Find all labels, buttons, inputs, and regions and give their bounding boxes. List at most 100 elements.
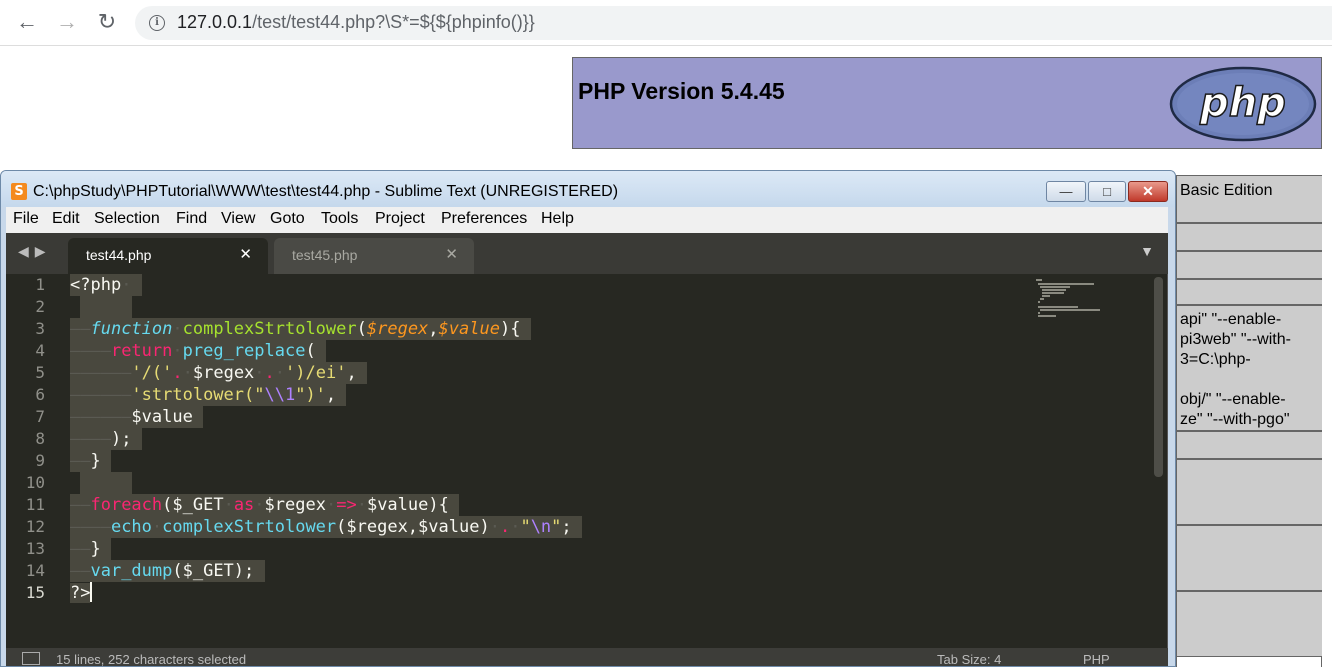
menu-tools[interactable]: Tools <box>321 210 358 228</box>
code-line: ?> <box>70 582 93 603</box>
phpinfo-header: PHP Version 5.4.45 php <box>572 57 1322 149</box>
tab-scroll-arrows-icon[interactable]: ◀▶ <box>18 243 52 260</box>
configure-text-1: api" "--enable- <box>1180 311 1282 328</box>
line-number: 13 <box>25 539 45 558</box>
syntax-indicator[interactable]: PHP <box>1083 652 1110 666</box>
page-title: PHP Version 5.4.45 <box>578 78 785 104</box>
minimize-icon: — <box>1059 184 1073 199</box>
maximize-icon: □ <box>1103 184 1111 199</box>
configure-text-3: 3=C:\php- <box>1180 351 1251 368</box>
tab-size-indicator[interactable]: Tab Size: 4 <box>937 652 1001 666</box>
line-number: 1 <box>35 275 45 294</box>
text-cursor <box>90 582 93 602</box>
code-line: ——————$value <box>70 406 204 428</box>
menu-help[interactable]: Help <box>541 210 574 228</box>
menu-file[interactable]: File <box>13 210 39 228</box>
code-line: <?php· <box>70 274 142 296</box>
tab-test44[interactable]: test44.php ✕ <box>68 238 268 274</box>
line-number: 8 <box>35 429 45 448</box>
table-row <box>1177 525 1322 591</box>
line-gutter: 1 2 3 4 5 6 7 8 9 10 11 12 13 14 15 <box>6 274 61 648</box>
code-line: ——foreach($_GET·as·$regex·=>·$value){ <box>70 494 460 516</box>
menu-find[interactable]: Find <box>176 210 207 228</box>
reload-icon[interactable]: ↻ <box>94 9 120 35</box>
url-path: /test/test44.php?\S*=${${phpinfo()}} <box>252 12 535 32</box>
minimize-button[interactable]: — <box>1046 181 1086 202</box>
code-line: ——var_dump($_GET); <box>70 560 265 582</box>
close-button[interactable]: ✕ <box>1128 181 1168 202</box>
line-number: 6 <box>35 385 45 404</box>
code-line <box>80 296 132 318</box>
line-number: 14 <box>25 561 45 580</box>
minimap[interactable] <box>1036 279 1106 319</box>
vertical-scrollbar[interactable] <box>1154 277 1163 477</box>
table-row: Basic Edition <box>1177 175 1322 223</box>
configure-text-4 <box>1180 370 1322 390</box>
menu-edit[interactable]: Edit <box>52 210 80 228</box>
table-row <box>1177 591 1322 657</box>
table-row <box>1177 431 1322 459</box>
line-number: 10 <box>25 473 45 492</box>
tab-test45[interactable]: test45.php ✕ <box>274 238 474 274</box>
menu-selection[interactable]: Selection <box>94 210 160 228</box>
code-line: ——} <box>70 450 111 472</box>
info-icon[interactable]: i <box>149 15 165 31</box>
status-bar: 15 lines, 252 characters selected Tab Si… <box>6 648 1168 667</box>
code-editor[interactable]: <?php· ——function·complexStrtolower($reg… <box>70 274 1150 648</box>
code-line: ——————'/('.·$regex·.·')/ei', <box>70 362 367 384</box>
phpinfo-table: Basic Edition api" "--enable- pi3web" "-… <box>1176 175 1322 667</box>
table-row <box>1177 251 1322 279</box>
line-number: 15 <box>25 583 45 602</box>
menu-bar: File Edit Selection Find View Goto Tools… <box>6 207 1168 233</box>
url-text[interactable]: 127.0.0.1/test/test44.php?\S*=${${phpinf… <box>177 12 535 33</box>
browser-toolbar: ← → ↻ i 127.0.0.1/test/test44.php?\S*=${… <box>0 0 1332 46</box>
divider <box>1167 274 1168 648</box>
panel-toggle-icon[interactable] <box>22 652 40 665</box>
line-number: 12 <box>25 517 45 536</box>
chevron-down-icon[interactable]: ▼ <box>1140 243 1154 259</box>
line-number: 3 <box>35 319 45 338</box>
code-line <box>80 472 132 494</box>
code-line: ——} <box>70 538 111 560</box>
sublime-logo-icon: S <box>11 183 27 200</box>
editor-area: ◀▶ test44.php ✕ test45.php ✕ ▼ 1 2 3 4 5… <box>6 233 1168 667</box>
close-icon[interactable]: ✕ <box>445 238 458 272</box>
configure-text-6: ze" "--with-pgo" <box>1180 411 1290 428</box>
code-line: ——————'strtolower("\\1")', <box>70 384 347 406</box>
line-number: 9 <box>35 451 45 470</box>
url-host: 127.0.0.1 <box>177 12 253 32</box>
selection-status: 15 lines, 252 characters selected <box>56 652 247 667</box>
arrow-right-icon[interactable]: → <box>54 9 80 35</box>
code-line: ————); <box>70 428 142 450</box>
close-icon: ✕ <box>1142 183 1154 199</box>
menu-goto[interactable]: Goto <box>270 210 305 228</box>
menu-preferences[interactable]: Preferences <box>441 210 527 228</box>
title-bar[interactable]: S C:\phpStudy\PHPTutorial\WWW\test\test4… <box>1 171 1175 207</box>
php-logo-text: php <box>1199 80 1286 126</box>
code-line: ——function·complexStrtolower($regex,$val… <box>70 318 531 340</box>
menu-view[interactable]: View <box>221 210 255 228</box>
tab-label: test44.php <box>86 247 152 263</box>
line-number: 4 <box>35 341 45 360</box>
code-line: ————return·preg_replace( <box>70 340 326 362</box>
address-bar[interactable]: i 127.0.0.1/test/test44.php?\S*=${${phpi… <box>135 6 1332 40</box>
tab-bar: ◀▶ test44.php ✕ test45.php ✕ ▼ <box>6 233 1168 274</box>
table-row <box>1177 279 1322 305</box>
line-number: 7 <box>35 407 45 426</box>
arrow-left-icon[interactable]: ← <box>14 9 40 35</box>
maximize-button[interactable]: □ <box>1088 181 1126 202</box>
php-logo: php <box>1169 66 1317 142</box>
line-number: 5 <box>35 363 45 382</box>
code-line: ————echo·complexStrtolower($regex,$value… <box>70 516 582 538</box>
configure-text-5: obj/" "--enable- <box>1180 391 1286 408</box>
configure-text-2: pi3web" "--with- <box>1180 331 1291 348</box>
line-number: 2 <box>35 297 45 316</box>
table-row <box>1177 223 1322 251</box>
window-title: C:\phpStudy\PHPTutorial\WWW\test\test44.… <box>33 183 619 200</box>
table-row <box>1177 459 1322 525</box>
table-row: api" "--enable- pi3web" "--with- 3=C:\ph… <box>1177 305 1322 431</box>
close-icon[interactable]: ✕ <box>239 238 252 272</box>
sublime-window: S C:\phpStudy\PHPTutorial\WWW\test\test4… <box>0 170 1176 667</box>
menu-project[interactable]: Project <box>375 210 425 228</box>
line-number: 11 <box>25 495 45 514</box>
